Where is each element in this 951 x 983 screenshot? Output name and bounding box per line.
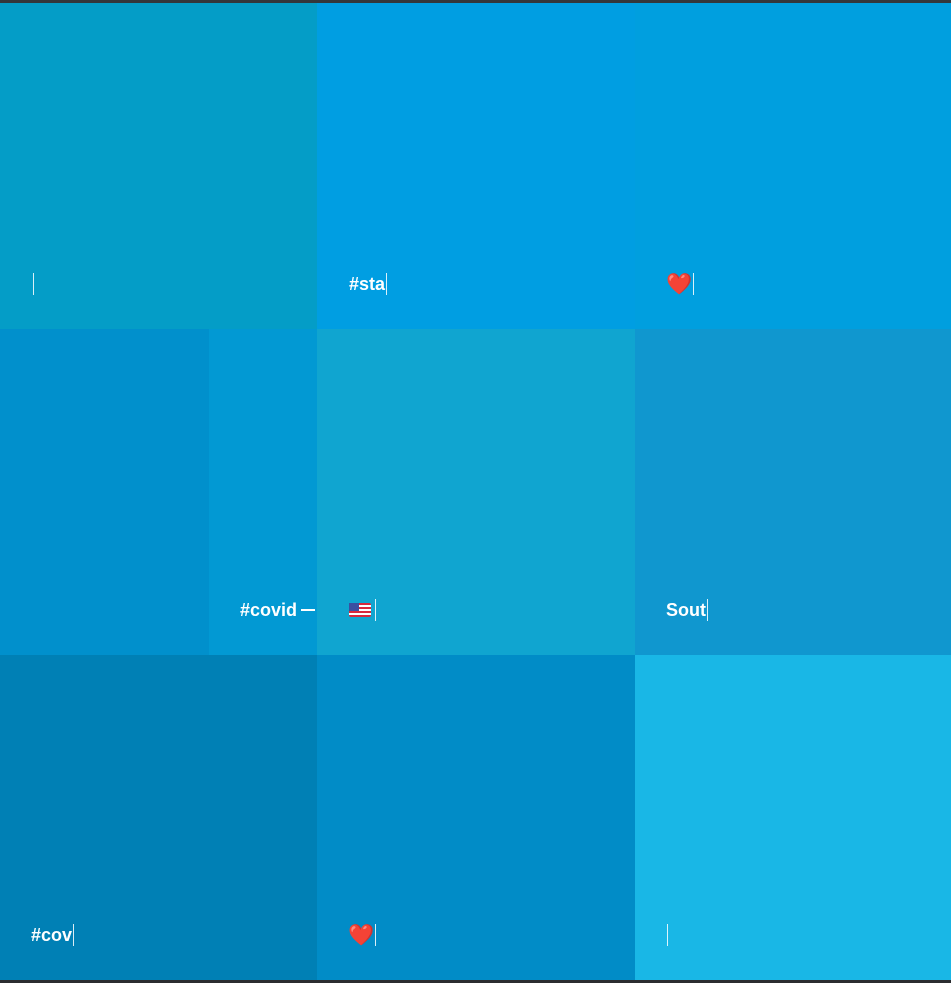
tile-text-field[interactable]: #cov — [31, 924, 75, 946]
text-cursor — [375, 599, 376, 621]
tile-r1c1[interactable] — [0, 3, 317, 329]
tile-grid: #sta ❤️ #covid Sout #cov ❤️ — [0, 3, 951, 980]
tile-label: #covid — [240, 600, 298, 620]
tile-r3c2[interactable]: ❤️ — [317, 655, 635, 980]
tile-r1c3[interactable]: ❤️ — [635, 3, 951, 329]
tile-text-field[interactable]: #covid — [240, 599, 316, 621]
tile-r3c1[interactable]: #cov — [0, 655, 317, 980]
tile-label: #cov — [31, 925, 73, 945]
tile-r2c2[interactable] — [317, 329, 635, 655]
us-flag-emoji-icon — [349, 603, 371, 617]
tile-text-field[interactable]: ❤️ — [666, 272, 695, 296]
tile-r2c1[interactable]: #covid — [0, 329, 317, 655]
tile-text-field[interactable] — [666, 924, 668, 946]
tile-r1c2[interactable]: #sta — [317, 3, 635, 329]
red-heart-emoji-icon: ❤️ — [348, 923, 375, 947]
text-cursor — [33, 273, 34, 295]
tile-text-field[interactable] — [349, 599, 376, 621]
text-cursor — [667, 924, 668, 946]
tile-r3c3[interactable] — [635, 655, 951, 980]
flag-canton — [349, 603, 359, 611]
tile-text-field[interactable] — [32, 273, 34, 295]
tile-text-field[interactable]: #sta — [349, 273, 388, 295]
text-cursor — [707, 599, 708, 621]
text-overflow-line — [301, 609, 316, 611]
red-heart-emoji-icon: ❤️ — [666, 272, 693, 296]
tile-label: #sta — [349, 274, 386, 294]
tile-text-field[interactable]: Sout — [666, 599, 708, 621]
text-cursor — [73, 924, 75, 946]
tile-r2c3[interactable]: Sout — [635, 329, 951, 655]
tile-label: Sout — [666, 600, 706, 620]
text-cursor — [386, 273, 388, 295]
text-cursor — [693, 273, 695, 295]
text-cursor — [375, 924, 377, 946]
app-window: #sta ❤️ #covid Sout #cov ❤️ — [0, 0, 951, 983]
tile-text-field[interactable]: ❤️ — [348, 923, 377, 947]
